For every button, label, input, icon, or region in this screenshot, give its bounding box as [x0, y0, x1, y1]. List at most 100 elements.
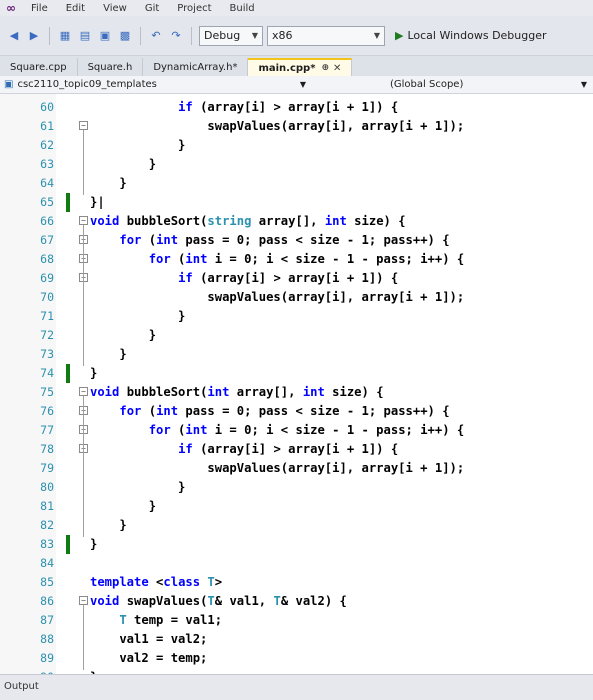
code-text: swapValues(array[i], array[i + 1]); — [90, 119, 465, 133]
code-text: for (int pass = 0; pass < size - 1; pass… — [119, 404, 450, 418]
code-line[interactable]: 89 val2 = temp; — [0, 649, 593, 668]
tab-label: Square.h — [87, 61, 133, 73]
code-text: template <class T> — [90, 575, 223, 589]
collapse-icon[interactable]: − — [79, 216, 88, 225]
code-line[interactable]: 83} — [0, 535, 593, 554]
code-line[interactable]: 60 if (array[i] > array[i + 1]) { — [0, 98, 593, 117]
code-line[interactable]: 88 val1 = val2; — [0, 630, 593, 649]
chevron-down-icon: ▼ — [299, 80, 306, 89]
chevron-down-icon: ▼ — [251, 31, 258, 40]
line-number: 82 — [40, 518, 54, 532]
change-marker — [66, 535, 70, 554]
code-text: swapValues(array[i], array[i + 1]); — [90, 290, 465, 304]
toolbar-separator — [49, 26, 50, 45]
fold-region-line — [83, 225, 84, 366]
menu-file[interactable]: File — [22, 3, 57, 14]
code-line[interactable]: 78− if (array[i] > array[i + 1]) { — [0, 440, 593, 459]
code-text: } — [90, 347, 127, 361]
code-line[interactable]: 87 T temp = val1; — [0, 611, 593, 630]
line-number: 74 — [40, 366, 54, 380]
code-editor[interactable]: 60 if (array[i] > array[i + 1]) {61 − swa… — [0, 94, 593, 684]
collapse-icon[interactable]: − — [79, 596, 88, 605]
code-line[interactable]: 65}| — [0, 193, 593, 212]
redo-icon[interactable]: ↷ — [168, 28, 184, 44]
scope-dropdown[interactable]: (Global Scope) ▼ — [310, 79, 593, 90]
tab-dynamic-array-h[interactable]: DynamicArray.h* — [143, 58, 249, 76]
back-icon[interactable]: ◀ — [6, 28, 22, 44]
code-text: } — [90, 480, 186, 494]
code-line[interactable]: 68− for (int i = 0; i < size - 1 - pass;… — [0, 250, 593, 269]
code-line[interactable]: 77− for (int i = 0; i < size - 1 - pass;… — [0, 421, 593, 440]
navigation-bar: ▣ csc2110_topic09_templates ▼ (Global Sc… — [0, 76, 593, 94]
tab-label: main.cpp* — [258, 62, 316, 74]
scope-name: (Global Scope) — [390, 79, 464, 90]
code-line[interactable]: 75 − void bubbleSort(int array[], int size… — [0, 383, 593, 402]
pin-icon[interactable]: ⊕ — [321, 63, 329, 73]
tab-main-cpp[interactable]: main.cpp* ⊕ ✕ — [248, 58, 353, 76]
save-icon[interactable]: ▣ — [97, 28, 113, 44]
forward-icon[interactable]: ▶ — [26, 28, 42, 44]
line-number: 87 — [40, 613, 54, 627]
collapse-icon[interactable]: − — [79, 121, 88, 130]
code-text: } — [90, 157, 157, 171]
menu-git[interactable]: Git — [136, 3, 168, 14]
line-number: 63 — [40, 157, 54, 171]
solution-configuration-select[interactable]: Debug ▼ — [199, 25, 263, 46]
document-tabs: Square.cpp Square.h DynamicArray.h* main… — [0, 56, 593, 76]
code-line[interactable]: 69− if (array[i] > array[i + 1]) { — [0, 269, 593, 288]
code-line[interactable]: 71 } — [0, 307, 593, 326]
save-all-icon[interactable]: ▩ — [117, 28, 133, 44]
line-number: 89 — [40, 651, 54, 665]
line-number: 70 — [40, 290, 54, 304]
new-project-icon[interactable]: ▦ — [57, 28, 73, 44]
close-icon[interactable]: ✕ — [333, 63, 341, 74]
code-line[interactable]: 82 } — [0, 516, 593, 535]
code-line[interactable]: 73 } — [0, 345, 593, 364]
tab-label: Square.cpp — [10, 61, 67, 73]
menu-build[interactable]: Build — [221, 3, 264, 14]
code-line[interactable]: 61 − swapValues(array[i], array[i + 1]); — [0, 117, 593, 136]
project-dropdown[interactable]: ▣ csc2110_topic09_templates ▼ — [0, 79, 310, 90]
code-line[interactable]: 70 swapValues(array[i], array[i + 1]); — [0, 288, 593, 307]
code-line[interactable]: 74} — [0, 364, 593, 383]
undo-icon[interactable]: ↶ — [148, 28, 164, 44]
code-line[interactable]: 76− for (int pass = 0; pass < size - 1; … — [0, 402, 593, 421]
code-line[interactable]: 81 } — [0, 497, 593, 516]
code-text: } — [90, 309, 186, 323]
code-line[interactable]: 66 − void bubbleSort(string array[], int s… — [0, 212, 593, 231]
code-text: val2 = temp; — [90, 651, 208, 665]
toolbar-separator — [191, 26, 192, 45]
menu-view[interactable]: View — [94, 3, 136, 14]
start-debugging-button[interactable]: ▶ Local Windows Debugger — [395, 29, 547, 42]
change-marker — [66, 364, 70, 383]
code-text: } — [90, 328, 157, 342]
code-line[interactable]: 79 swapValues(array[i], array[i + 1]); — [0, 459, 593, 478]
open-file-icon[interactable]: ▤ — [77, 28, 93, 44]
chevron-down-icon: ▼ — [580, 80, 587, 89]
code-line[interactable]: 84 — [0, 554, 593, 573]
code-text: } — [90, 518, 127, 532]
configuration-value: Debug — [204, 29, 241, 42]
code-text: for (int i = 0; i < size - 1 - pass; i++… — [148, 423, 465, 437]
code-line[interactable]: 67− for (int pass = 0; pass < size - 1; … — [0, 231, 593, 250]
code-line[interactable]: 80 } — [0, 478, 593, 497]
collapse-icon[interactable]: − — [79, 387, 88, 396]
code-line[interactable]: 85 template <class T> — [0, 573, 593, 592]
fold-region-line — [83, 605, 84, 670]
line-number: 77 — [40, 423, 54, 437]
menu-project[interactable]: Project — [168, 3, 220, 14]
code-line[interactable]: 86 − void swapValues(T& val1, T& val2) { — [0, 592, 593, 611]
output-label: Output — [4, 681, 39, 692]
menu-edit[interactable]: Edit — [57, 3, 94, 14]
line-number: 85 — [40, 575, 54, 589]
code-line[interactable]: 64 } — [0, 174, 593, 193]
tab-square-cpp[interactable]: Square.cpp — [0, 58, 78, 76]
tab-square-h[interactable]: Square.h — [78, 58, 144, 76]
solution-platform-select[interactable]: x86 ▼ — [267, 25, 385, 46]
line-number: 71 — [40, 309, 54, 323]
code-line[interactable]: 63 } — [0, 155, 593, 174]
code-text: } — [90, 537, 98, 551]
output-panel-tab[interactable]: Output — [0, 674, 593, 700]
code-line[interactable]: 72 } — [0, 326, 593, 345]
code-line[interactable]: 62 } — [0, 136, 593, 155]
